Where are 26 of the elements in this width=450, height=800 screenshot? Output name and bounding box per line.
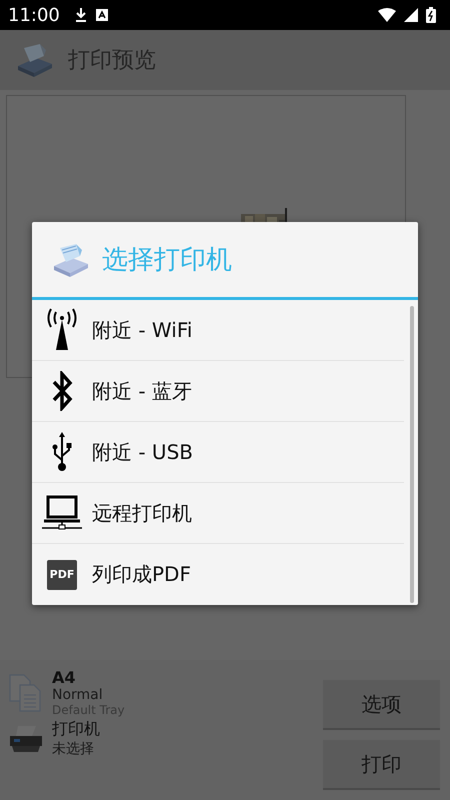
paper-quality: Normal [52,687,104,703]
battery-icon [426,7,436,23]
printer-value: 未选择 [52,740,95,758]
paper-size: A4 [52,668,77,687]
printer-option[interactable]: 附近 - 蓝牙 [32,361,404,422]
pdf-icon: PDF [47,560,77,590]
clock: 11:00 [8,4,60,26]
cell-signal-icon [404,8,418,22]
option-label: 远程打印机 [92,500,192,526]
printer-option[interactable]: 附近 - USB [32,422,404,483]
option-label: 列印成PDF [92,561,191,588]
printer-option[interactable]: PDF 列印成PDF [32,544,404,605]
bluetooth-icon [51,371,73,411]
printer-option[interactable]: 远程打印机 [32,483,404,544]
keyboard-icon [96,9,108,21]
printer-option[interactable]: 附近 - WiFi [32,300,404,361]
option-label: 附近 - USB [92,438,193,466]
printer-label: 打印机 [52,719,100,740]
printer-icon [8,724,44,754]
download-icon [74,7,88,23]
option-label: 附近 - WiFi [92,316,192,344]
dialog-title: 选择打印机 [102,244,232,278]
option-label: 附近 - 蓝牙 [92,378,192,404]
wifi-signal-icon [378,8,396,22]
usb-icon [51,432,73,472]
computer-network-icon [42,495,82,531]
